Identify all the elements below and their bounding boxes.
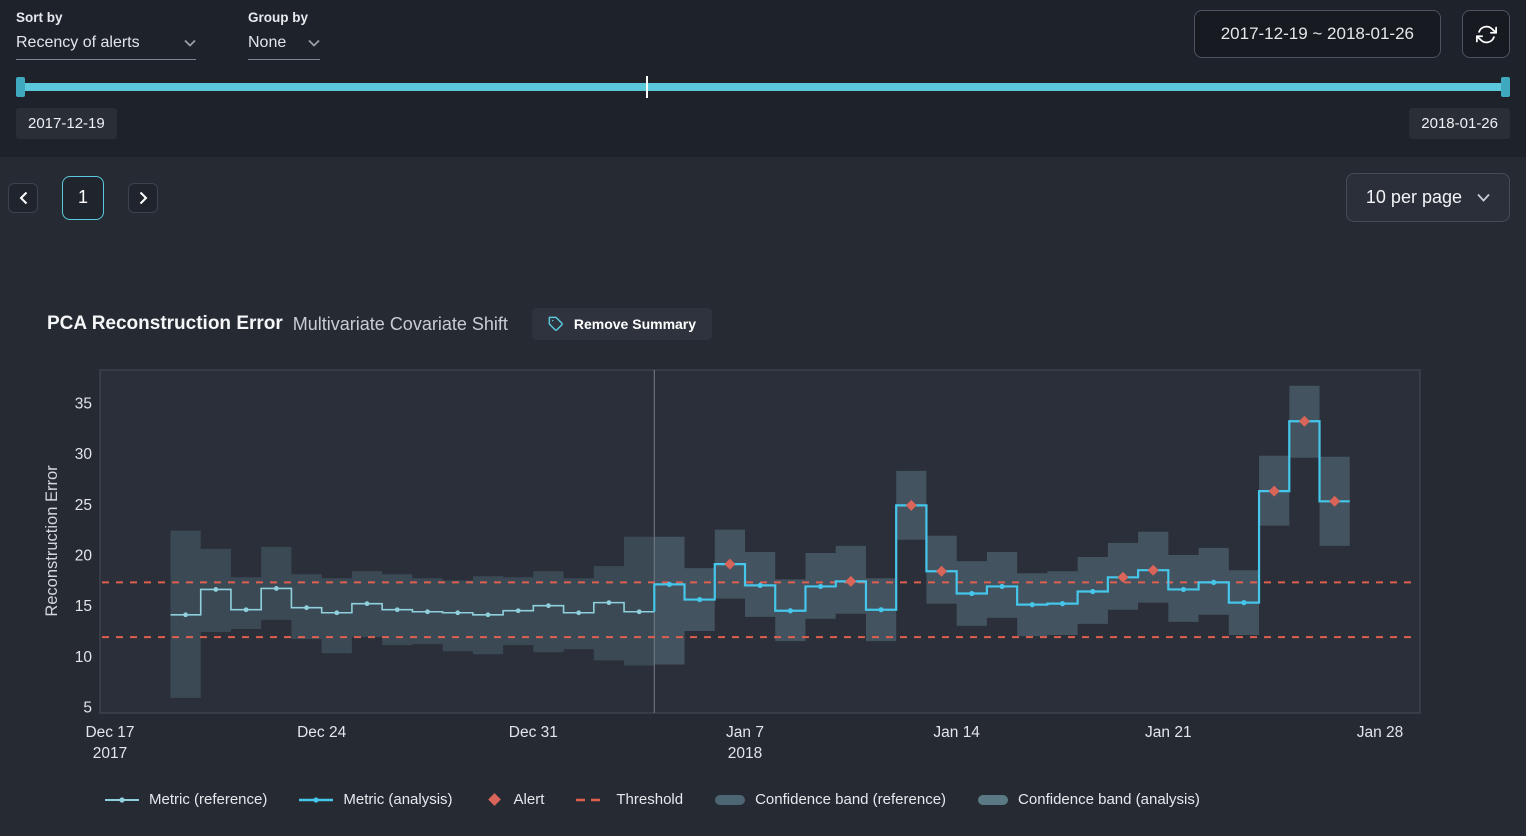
alert-diamond-icon	[488, 793, 501, 806]
svg-text:2017: 2017	[93, 745, 127, 762]
slider-start-date: 2017-12-19	[16, 108, 117, 139]
legend-label: Confidence band (reference)	[755, 791, 946, 808]
svg-text:Dec 24: Dec 24	[297, 724, 346, 741]
chevron-down-icon	[1477, 193, 1490, 202]
chevron-down-icon	[308, 39, 320, 47]
slider-handle-left[interactable]	[16, 77, 25, 97]
slider-end-date: 2018-01-26	[1409, 108, 1510, 139]
legend-threshold: Threshold	[576, 791, 683, 808]
prev-page-button[interactable]	[8, 183, 38, 213]
refresh-icon	[1476, 24, 1497, 45]
metric-panel: PCA Reconstruction Error Multivariate Co…	[0, 308, 1526, 808]
svg-text:Jan 7: Jan 7	[726, 724, 764, 741]
svg-text:2018: 2018	[728, 745, 762, 762]
legend-label: Metric (analysis)	[343, 791, 452, 808]
sort-by-select[interactable]: Recency of alerts	[16, 34, 196, 60]
top-bar: Sort by Recency of alerts Group by None …	[0, 0, 1526, 157]
svg-text:35: 35	[75, 396, 92, 413]
next-page-button[interactable]	[128, 183, 158, 213]
line-swatch-icon	[105, 794, 139, 806]
legend-label: Threshold	[616, 791, 683, 808]
svg-text:Jan 21: Jan 21	[1145, 724, 1192, 741]
per-page-value: 10 per page	[1366, 187, 1462, 208]
svg-text:Dec 31: Dec 31	[509, 724, 558, 741]
chevron-left-icon	[19, 191, 28, 205]
legend-alert: Alert	[485, 791, 545, 808]
sort-by-value: Recency of alerts	[16, 34, 140, 52]
panel-header: PCA Reconstruction Error Multivariate Co…	[47, 308, 1526, 340]
remove-summary-button[interactable]: Remove Summary	[532, 308, 712, 340]
remove-summary-label: Remove Summary	[574, 316, 696, 332]
svg-text:Dec 17: Dec 17	[85, 724, 134, 741]
svg-text:30: 30	[75, 446, 93, 463]
panel-subtitle: Multivariate Covariate Shift	[293, 314, 508, 335]
slider-track[interactable]	[16, 83, 1510, 91]
legend-band-analysis: Confidence band (analysis)	[978, 791, 1200, 808]
dashed-line-swatch-icon	[576, 794, 606, 806]
svg-text:15: 15	[75, 598, 92, 615]
refresh-button[interactable]	[1462, 10, 1510, 58]
svg-text:25: 25	[75, 497, 92, 514]
page-1-button[interactable]: 1	[62, 176, 104, 220]
date-range-picker[interactable]: 2017-12-19 ~ 2018-01-26	[1194, 10, 1441, 58]
line-swatch-icon	[299, 794, 333, 806]
group-by-group: Group by None	[248, 10, 320, 60]
legend-metric-reference: Metric (reference)	[105, 791, 267, 808]
main-content: 1 10 per page PCA Reconstruction Error M…	[0, 157, 1526, 808]
slider-date-labels: 2017-12-19 2018-01-26	[16, 108, 1510, 139]
svg-text:10: 10	[75, 649, 93, 666]
group-by-select[interactable]: None	[248, 34, 320, 60]
sort-by-label: Sort by	[16, 10, 196, 25]
legend-label: Alert	[514, 791, 545, 808]
chevron-right-icon	[139, 191, 148, 205]
svg-text:5: 5	[83, 700, 92, 717]
panel-title: PCA Reconstruction Error	[47, 313, 283, 335]
legend-label: Metric (reference)	[149, 791, 267, 808]
slider-position-marker	[646, 76, 648, 98]
chart-legend: Metric (reference) Metric (analysis) Ale…	[105, 791, 1526, 808]
date-range-value: 2017-12-19 ~ 2018-01-26	[1221, 24, 1414, 44]
sort-by-group: Sort by Recency of alerts	[16, 10, 196, 60]
tag-icon	[548, 316, 564, 332]
group-by-label: Group by	[248, 10, 320, 25]
per-page-select[interactable]: 10 per page	[1346, 173, 1510, 222]
svg-text:Reconstruction Error: Reconstruction Error	[43, 465, 61, 617]
group-by-value: None	[248, 34, 286, 52]
pagination: 1 10 per page	[0, 157, 1526, 222]
band-swatch-icon	[715, 795, 745, 805]
svg-text:Jan 14: Jan 14	[933, 724, 980, 741]
legend-metric-analysis: Metric (analysis)	[299, 791, 452, 808]
legend-label: Confidence band (analysis)	[1018, 791, 1200, 808]
chevron-down-icon	[184, 39, 196, 47]
legend-band-reference: Confidence band (reference)	[715, 791, 946, 808]
band-swatch-icon	[978, 795, 1008, 805]
slider-handle-right[interactable]	[1501, 77, 1510, 97]
timeline-slider[interactable]	[16, 76, 1510, 98]
metric-chart: 5 10 15 20 25 30 35 Dec 17 2017 Dec 24 Dec 31 Jan 7…	[0, 366, 1526, 766]
svg-text:Jan 28: Jan 28	[1357, 724, 1404, 741]
svg-text:20: 20	[75, 548, 93, 565]
